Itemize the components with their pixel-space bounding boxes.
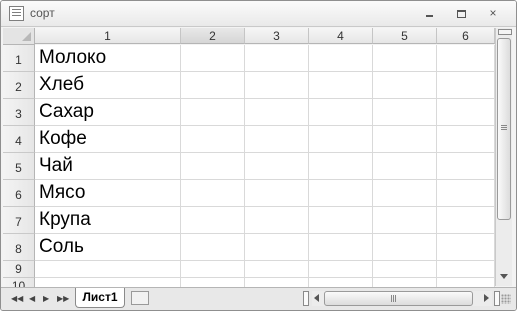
- scroll-down-arrow-icon[interactable]: [500, 274, 508, 279]
- first-sheet-icon[interactable]: ◀◀: [11, 294, 23, 304]
- row-gridline: [35, 206, 495, 207]
- sheet-bar: ◀◀ ◀ ▶ ▶▶ Лист1: [1, 287, 516, 310]
- row-gridline: [35, 98, 495, 99]
- column-header[interactable]: 3: [245, 28, 309, 44]
- row-header[interactable]: 4: [3, 126, 35, 153]
- last-sheet-icon[interactable]: ▶▶: [57, 294, 69, 304]
- scroll-right-arrow-icon[interactable]: [484, 294, 489, 302]
- title-bar[interactable]: сорт ×: [1, 1, 516, 27]
- cell-value[interactable]: Крупа: [39, 207, 91, 233]
- prev-sheet-icon[interactable]: ◀: [29, 294, 35, 304]
- row-gridline: [35, 277, 495, 278]
- resize-grip-icon[interactable]: [501, 294, 511, 304]
- row-gridline: [35, 152, 495, 153]
- cell-value[interactable]: Сахар: [39, 99, 94, 125]
- cell-value[interactable]: Кофе: [39, 126, 87, 152]
- row-gridline: [35, 233, 495, 234]
- row-header[interactable]: 7: [3, 207, 35, 234]
- vertical-scrollbar[interactable]: [495, 28, 512, 286]
- row-header[interactable]: 3: [3, 99, 35, 126]
- split-handle-right[interactable]: [494, 291, 500, 306]
- row-header[interactable]: 6: [3, 180, 35, 207]
- insert-sheet-icon[interactable]: [131, 291, 149, 305]
- minimize-button[interactable]: [419, 5, 441, 21]
- column-header[interactable]: 4: [309, 28, 373, 44]
- cell-value[interactable]: Мясо: [39, 180, 85, 206]
- row-header[interactable]: 5: [3, 153, 35, 180]
- row-gridline: [35, 179, 495, 180]
- restore-button[interactable]: [450, 5, 472, 21]
- cell-value[interactable]: Хлеб: [39, 72, 84, 98]
- cell-value[interactable]: Чай: [39, 153, 73, 179]
- cell-value[interactable]: Соль: [39, 234, 84, 260]
- column-header[interactable]: 2: [181, 28, 245, 44]
- sheet-tab[interactable]: Лист1: [75, 288, 125, 308]
- column-header[interactable]: 1: [35, 28, 181, 44]
- column-header[interactable]: 5: [373, 28, 437, 44]
- next-sheet-icon[interactable]: ▶: [43, 294, 49, 304]
- horizontal-scroll-thumb[interactable]: [324, 291, 473, 306]
- close-button[interactable]: ×: [482, 5, 504, 21]
- workbook-window: сорт × 123456 1 2 3 4 5 6 7 8 9 10 Молоко Хлеб Саха…: [0, 0, 517, 311]
- row-header[interactable]: 9: [3, 261, 35, 278]
- row-header[interactable]: 2: [3, 72, 35, 99]
- document-icon[interactable]: [9, 6, 24, 21]
- split-handle-vertical[interactable]: [498, 29, 512, 35]
- cell-value[interactable]: Молоко: [39, 45, 106, 71]
- horizontal-scrollbar[interactable]: [312, 291, 492, 306]
- window-title: сорт: [30, 6, 55, 20]
- select-all-button[interactable]: [3, 28, 35, 45]
- row-gridline: [35, 260, 495, 261]
- scroll-left-arrow-icon[interactable]: [314, 294, 319, 302]
- vertical-scroll-thumb[interactable]: [497, 38, 511, 220]
- row-header[interactable]: 8: [3, 234, 35, 261]
- row-gridline: [35, 71, 495, 72]
- row-gridline: [35, 125, 495, 126]
- row-header[interactable]: 1: [3, 45, 35, 72]
- column-header[interactable]: 6: [437, 28, 495, 44]
- cell-area[interactable]: Молоко Хлеб Сахар Кофе Чай Мясо Крупа Соль: [35, 45, 495, 299]
- split-handle-horizontal[interactable]: [303, 291, 309, 306]
